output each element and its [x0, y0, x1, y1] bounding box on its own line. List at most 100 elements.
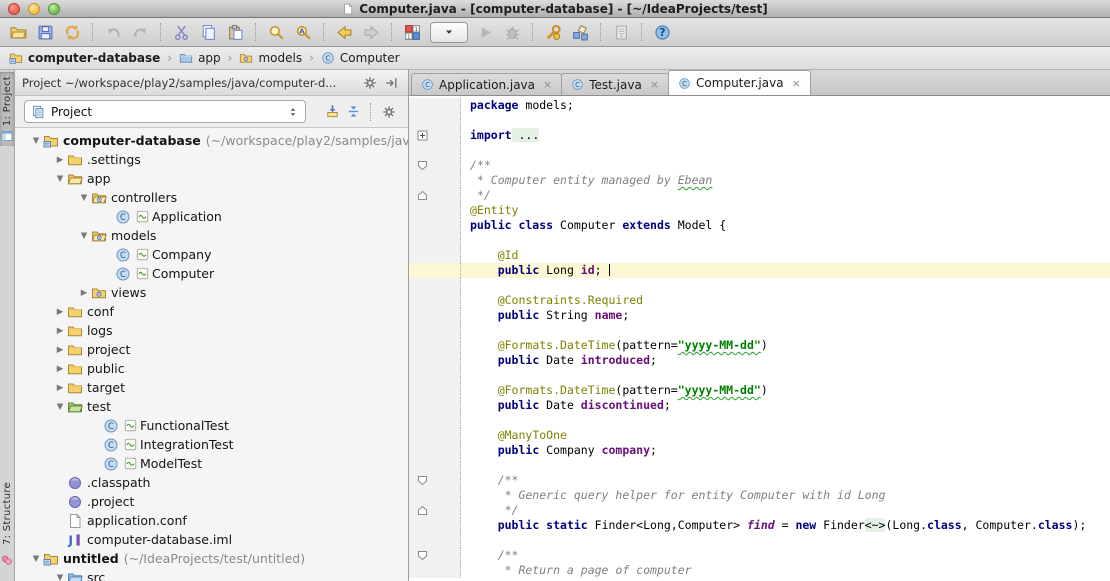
code-line[interactable]: @ManyToOne — [409, 428, 1110, 443]
code-line[interactable] — [409, 533, 1110, 548]
code-editor[interactable]: package models;import .../** * Computer … — [409, 96, 1110, 581]
tree-item-src[interactable]: ▼src — [15, 568, 408, 581]
code-line[interactable]: public Company company; — [409, 443, 1110, 458]
code-line[interactable]: * Computer entity managed by Ebean — [409, 173, 1110, 188]
project-view-selector[interactable]: Project — [24, 100, 306, 123]
code-line[interactable]: @Entity — [409, 203, 1110, 218]
tree-item-conf[interactable]: ▶conf — [15, 302, 408, 321]
tree-item-untitled[interactable]: ▼untitled(~/IdeaProjects/test/untitled) — [15, 549, 408, 568]
tree-item-ModelTest[interactable]: CModelTest — [15, 454, 408, 473]
collapse-chevron-icon[interactable]: ▼ — [53, 174, 67, 184]
expand-chevron-icon[interactable]: ▶ — [77, 288, 91, 298]
back-icon[interactable] — [331, 20, 358, 44]
expand-chevron-icon[interactable]: ▶ — [53, 383, 67, 393]
open-folder-icon[interactable] — [5, 20, 32, 44]
settings-wrench-icon[interactable] — [540, 20, 567, 44]
view-options-gear-icon[interactable] — [378, 102, 399, 122]
fold-icon[interactable] — [409, 548, 461, 563]
replace-icon[interactable]: A — [290, 20, 317, 44]
copy-icon[interactable] — [195, 20, 222, 44]
collapse-chevron-icon[interactable]: ▼ — [77, 193, 91, 203]
close-tab-icon[interactable]: × — [543, 78, 552, 91]
tree-item-computer-database.iml[interactable]: Jcomputer-database.iml — [15, 530, 408, 549]
code-line[interactable]: @Id — [409, 248, 1110, 263]
code-line[interactable]: * Generic query helper for entity Comput… — [409, 488, 1110, 503]
tree-item-Company[interactable]: CCompany — [15, 245, 408, 264]
close-tab-icon[interactable]: × — [650, 78, 659, 91]
find-icon[interactable] — [263, 20, 290, 44]
fold-icon[interactable] — [409, 503, 461, 518]
debug-icon[interactable] — [499, 20, 526, 44]
favorites-icon[interactable] — [1, 554, 13, 566]
breadcrumb-app[interactable]: app — [177, 51, 223, 65]
breadcrumb-computer-database[interactable]: computer-database — [7, 51, 162, 65]
scroll-from-source-icon[interactable] — [322, 102, 343, 122]
fold-icon[interactable] — [409, 473, 461, 488]
breadcrumb-Computer[interactable]: CComputer — [319, 51, 402, 65]
expand-chevron-icon[interactable]: ▶ — [53, 326, 67, 336]
code-line[interactable] — [409, 278, 1110, 293]
save-icon[interactable] — [32, 20, 59, 44]
code-line[interactable]: @Formats.DateTime(pattern="yyyy-MM-dd") — [409, 338, 1110, 353]
tool-stripe-project-tab[interactable]: 1: Project — [0, 72, 14, 146]
code-line[interactable]: * Return a page of computer — [409, 563, 1110, 578]
project-structure-icon[interactable] — [567, 20, 594, 44]
code-line[interactable]: /** — [409, 158, 1110, 173]
code-line[interactable] — [409, 113, 1110, 128]
tree-item-logs[interactable]: ▶logs — [15, 321, 408, 340]
tree-item-controllers[interactable]: ▼controllers — [15, 188, 408, 207]
breadcrumb-models[interactable]: models — [237, 51, 304, 65]
help-icon[interactable]: ? — [649, 20, 676, 44]
minimize-window-button[interactable] — [28, 3, 40, 15]
panel-settings-gear-icon[interactable] — [359, 73, 380, 93]
code-line[interactable] — [409, 143, 1110, 158]
editor-tab-Application.java[interactable]: CApplication.java× — [411, 73, 562, 95]
cut-icon[interactable] — [168, 20, 195, 44]
code-line[interactable]: public class Computer extends Model { — [409, 218, 1110, 233]
close-window-button[interactable] — [8, 3, 20, 15]
code-line[interactable]: @Formats.DateTime(pattern="yyyy-MM-dd") — [409, 383, 1110, 398]
paste-icon[interactable] — [222, 20, 249, 44]
code-line[interactable]: package models; — [409, 98, 1110, 113]
code-line[interactable]: */ — [409, 188, 1110, 203]
tree-item-public[interactable]: ▶public — [15, 359, 408, 378]
code-line[interactable]: */ — [409, 503, 1110, 518]
expand-chevron-icon[interactable]: ▶ — [53, 345, 67, 355]
code-line[interactable] — [409, 233, 1110, 248]
expand-chevron-icon[interactable]: ▶ — [53, 155, 67, 165]
tree-item-models[interactable]: ▼models — [15, 226, 408, 245]
tree-item-views[interactable]: ▶views — [15, 283, 408, 302]
tree-item-IntegrationTest[interactable]: CIntegrationTest — [15, 435, 408, 454]
fold-icon[interactable] — [409, 158, 461, 173]
panel-hide-icon[interactable] — [380, 73, 401, 93]
tree-item-computer-database[interactable]: ▼computer-database(~/workspace/play2/sam… — [15, 131, 408, 150]
zoom-window-button[interactable] — [48, 3, 60, 15]
tree-item-.settings[interactable]: ▶.settings — [15, 150, 408, 169]
code-line[interactable]: @Constraints.Required — [409, 293, 1110, 308]
tree-item-Computer[interactable]: CComputer — [15, 264, 408, 283]
collapse-chevron-icon[interactable]: ▼ — [29, 136, 43, 146]
collapse-chevron-icon[interactable]: ▼ — [53, 402, 67, 412]
code-line[interactable]: /** — [409, 548, 1110, 563]
run-configuration-combo[interactable] — [430, 22, 468, 43]
tree-item-target[interactable]: ▶target — [15, 378, 408, 397]
tree-item-test[interactable]: ▼test — [15, 397, 408, 416]
collapse-chevron-icon[interactable]: ▼ — [29, 554, 43, 564]
tree-item-.project[interactable]: .project — [15, 492, 408, 511]
forward-icon[interactable] — [358, 20, 385, 44]
run-icon[interactable] — [472, 20, 499, 44]
tree-item-app[interactable]: ▼app — [15, 169, 408, 188]
code-line[interactable]: public Date introduced; — [409, 353, 1110, 368]
code-line[interactable]: /** — [409, 473, 1110, 488]
unfold-icon[interactable] — [409, 128, 461, 143]
code-line-current[interactable]: public Long id; — [409, 263, 1110, 278]
collapse-all-icon[interactable] — [343, 102, 364, 122]
collapse-chevron-icon[interactable]: ▼ — [53, 573, 67, 581]
tree-item-.classpath[interactable]: .classpath — [15, 473, 408, 492]
code-line[interactable] — [409, 368, 1110, 383]
tree-item-application.conf[interactable]: application.conf — [15, 511, 408, 530]
expand-chevron-icon[interactable]: ▶ — [53, 307, 67, 317]
close-tab-icon[interactable]: × — [792, 77, 801, 90]
tool-stripe-structure-tab[interactable]: 7: Structure — [0, 478, 14, 549]
code-line[interactable]: public static Finder<Long,Computer> find… — [409, 518, 1110, 533]
